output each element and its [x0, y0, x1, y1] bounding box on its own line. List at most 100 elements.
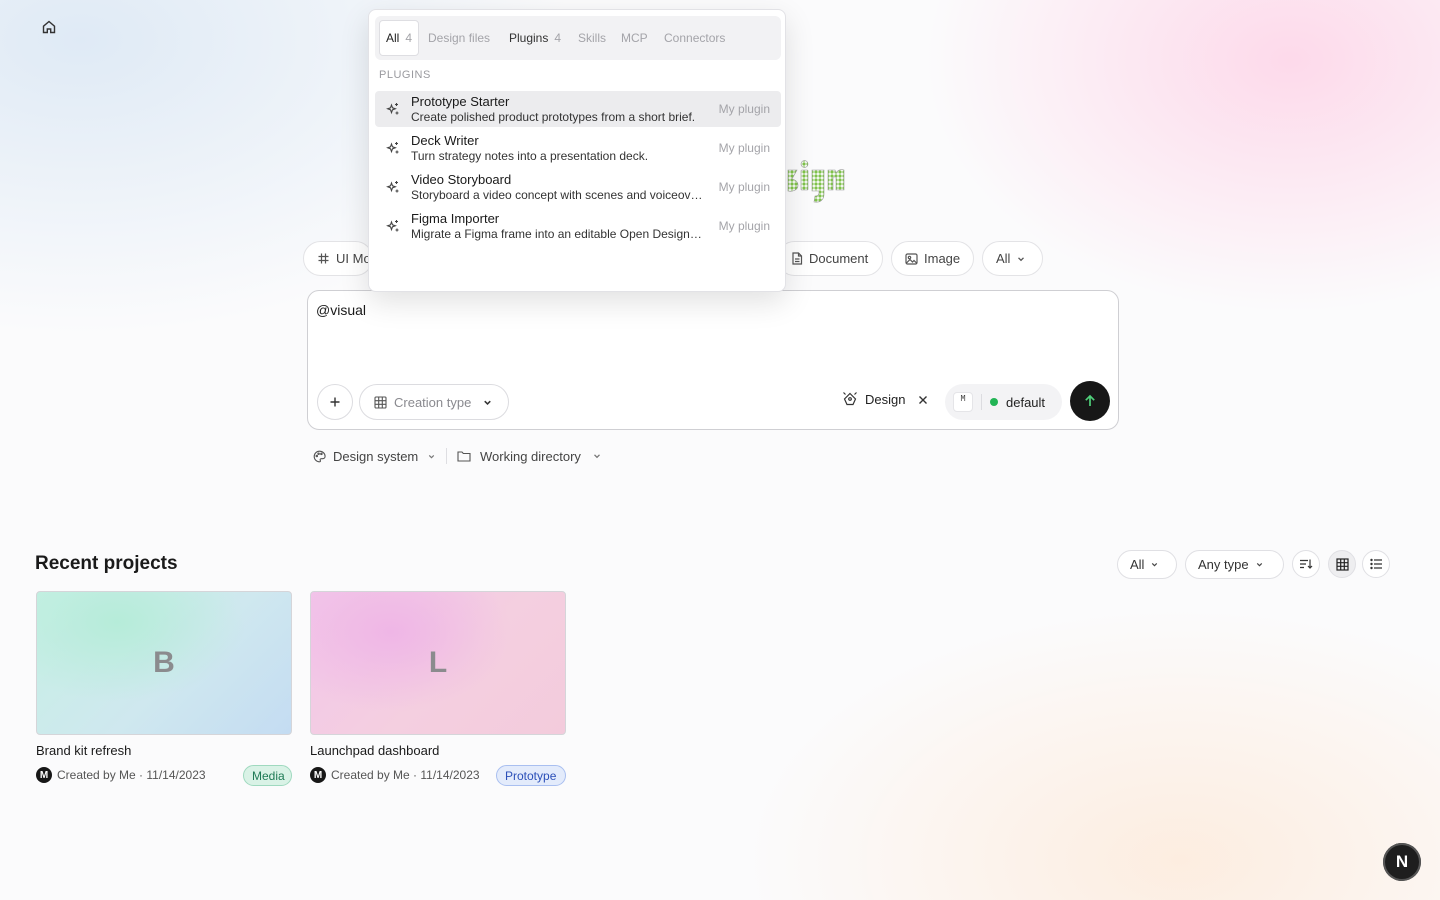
popover-section-label: PLUGINS [379, 69, 431, 81]
chevron-down-icon [1152, 563, 1158, 567]
project-type-badge: Media [243, 765, 292, 786]
design-mode-tag[interactable]: Design [842, 391, 905, 407]
plugin-title: Figma Importer [411, 211, 500, 226]
prompt-input[interactable]: @visual [316, 302, 366, 318]
chip-document-label: Document [809, 251, 869, 266]
tab-connectors[interactable]: Connectors [658, 20, 731, 56]
folder-icon [457, 451, 471, 462]
arrow-up-icon [1085, 394, 1095, 406]
working-directory-dropdown[interactable]: Working directory [457, 446, 602, 466]
app-menu-letter: N [1395, 852, 1409, 871]
plugin-title: Prototype Starter [411, 94, 510, 109]
recent-projects-title: Recent projects [35, 553, 178, 574]
plugin-description: Turn strategy notes into a presentation … [411, 149, 649, 163]
brand-logo-graphic [787, 160, 845, 203]
plugin-tag: My plugin [718, 219, 770, 233]
plugin-item[interactable]: Video Storyboard Storyboard a video conc… [375, 169, 781, 205]
model-status-dot [990, 398, 998, 406]
pen-tool-icon [843, 392, 857, 406]
model-label: default [1006, 394, 1046, 410]
mention-popover: All 4 Design files Plugins 4 Skills MCP … [368, 9, 786, 292]
plugin-item[interactable]: Prototype Starter Create polished produc… [375, 91, 781, 127]
project-initial: B [153, 646, 175, 679]
plugin-item[interactable]: Deck Writer Turn strategy notes into a p… [375, 130, 781, 166]
tab-mcp-label: MCP [621, 31, 648, 45]
plugin-title: Deck Writer [411, 133, 479, 148]
model-provider-badge: M [953, 392, 973, 412]
tab-mcp[interactable]: MCP [615, 20, 654, 56]
tab-all-count: 4 [405, 31, 413, 45]
project-thumbnail[interactable]: B [36, 591, 292, 735]
sort-button[interactable] [1292, 550, 1320, 578]
creation-type-dropdown[interactable]: Creation type [359, 384, 509, 420]
home-icon [42, 20, 56, 34]
list-view-icon [1369, 558, 1382, 570]
project-type-badge: Prototype [496, 765, 566, 786]
sort-icon [1300, 559, 1313, 569]
chip-document[interactable]: Document [777, 241, 883, 276]
chip-ui-mockup[interactable]: UI Mo [303, 241, 373, 276]
project-meta: M Created by Me · 11/14/2023 [310, 767, 480, 783]
tab-plugins-count: 4 [554, 31, 562, 45]
scope-filter-label: All [1130, 557, 1145, 572]
list-view-button[interactable] [1362, 550, 1390, 578]
plus-icon [330, 397, 340, 407]
project-meta: M Created by Me · 11/14/2023 [36, 767, 206, 783]
project-title[interactable]: Brand kit refresh [36, 743, 131, 758]
plugin-description: Create polished product prototypes from … [411, 110, 696, 124]
plugin-tag: My plugin [718, 102, 770, 116]
palette-icon [313, 450, 326, 462]
tab-plugins-label: Plugins [509, 31, 549, 45]
remove-design-mode-button[interactable] [916, 393, 930, 407]
close-icon [919, 396, 927, 404]
sparkle-icon [386, 103, 399, 115]
design-system-dropdown[interactable]: Design system [313, 446, 436, 466]
grid-view-icon [1335, 557, 1349, 571]
tab-all[interactable]: All 4 [379, 20, 419, 56]
avatar: M [36, 767, 52, 783]
grid-icon [374, 395, 387, 409]
document-icon [792, 252, 803, 265]
app-menu-button[interactable]: N [1383, 843, 1421, 881]
type-filter-label: Any type [1198, 557, 1249, 572]
home-button[interactable] [36, 14, 62, 40]
project-meta-text: Created by Me · 11/14/2023 [57, 768, 206, 782]
chip-all-dropdown[interactable]: All [982, 241, 1043, 276]
plugin-item[interactable]: Figma Importer Migrate a Figma frame int… [375, 208, 781, 244]
chevron-down-icon [593, 454, 600, 459]
chevron-down-icon [429, 454, 435, 458]
project-initial: L [428, 646, 448, 679]
chip-ui-mockup-label: UI Mo [336, 251, 371, 266]
plugin-tag: My plugin [718, 141, 770, 155]
type-filter-dropdown[interactable]: Any type [1185, 550, 1284, 579]
chevron-down-icon [1256, 563, 1262, 567]
popover-tabs: All 4 Design files Plugins 4 Skills MCP … [375, 16, 781, 60]
image-icon [905, 252, 918, 265]
sparkle-icon [386, 142, 399, 154]
send-button[interactable] [1070, 381, 1110, 421]
prompt-box[interactable]: @visual Creation type Design M default [307, 290, 1119, 430]
design-mode-label: Design [865, 391, 906, 407]
grid-view-button[interactable] [1328, 550, 1356, 578]
tab-skills[interactable]: Skills [572, 20, 612, 56]
project-meta-text: Created by Me · 11/14/2023 [331, 768, 480, 782]
tab-all-label: All [386, 31, 400, 45]
tab-design-files-label: Design files [428, 31, 491, 45]
sparkle-icon [386, 220, 399, 232]
design-system-label: Design system [333, 448, 419, 464]
project-title[interactable]: Launchpad dashboard [310, 743, 439, 758]
tab-plugins[interactable]: Plugins 4 [503, 20, 567, 56]
plugin-tag: My plugin [718, 180, 770, 194]
project-thumbnail[interactable]: L [310, 591, 566, 735]
attach-button[interactable] [317, 384, 353, 420]
chip-image-label: Image [924, 251, 961, 266]
scope-filter-dropdown[interactable]: All [1117, 550, 1177, 579]
chip-image[interactable]: Image [891, 241, 974, 276]
plugin-description: Migrate a Figma frame into an editable O… [411, 227, 703, 241]
tab-design-files[interactable]: Design files [422, 20, 496, 56]
plugin-description: Storyboard a video concept with scenes a… [411, 188, 703, 202]
creation-type-label: Creation type [394, 394, 472, 410]
model-divider [981, 394, 982, 410]
model-selector[interactable]: M default [945, 384, 1062, 420]
avatar: M [310, 767, 326, 783]
